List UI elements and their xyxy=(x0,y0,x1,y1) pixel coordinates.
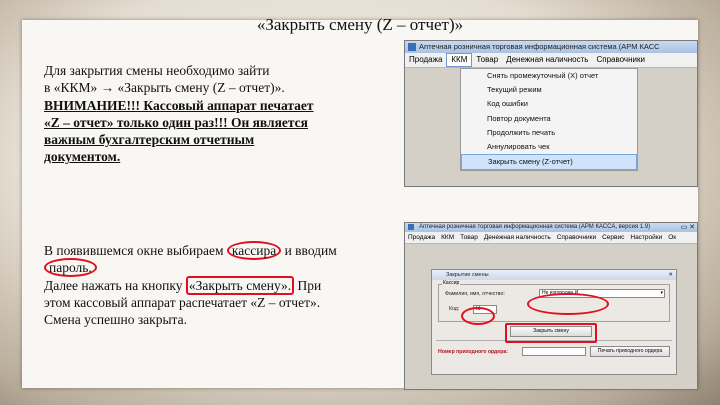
warning-line: важным бухгалтерским отчетным xyxy=(44,132,255,148)
instruction-line: в «ККМ» → «Закрыть смену (Z – отчет)». xyxy=(44,80,285,96)
menu-item-close-shift[interactable]: Закрыть смену (Z-отчет) xyxy=(461,154,637,171)
instruction-line: этом кассовый аппарат распечатает «Z – о… xyxy=(44,294,321,310)
password-highlight: пароль. xyxy=(44,258,97,278)
menu-item-sale[interactable]: Продажа xyxy=(405,53,446,67)
menu-item-kkm[interactable]: ККМ xyxy=(438,232,457,243)
screenshot-close-shift-dialog: Аптечная розничная торговая информационн… xyxy=(404,222,698,390)
menu-item-cancel-receipt[interactable]: Аннулировать чек xyxy=(461,140,637,154)
warning-line: документом. xyxy=(44,149,121,165)
text: и вводим xyxy=(281,243,337,258)
menu-item-cash[interactable]: Денежная наличность xyxy=(481,232,554,243)
menu-bar: Продажа ККМ Товар Денежная наличность Справо… xyxy=(405,53,697,68)
menu-item-error-code[interactable]: Код ошибки xyxy=(461,97,637,111)
instruction-line: Для закрытия смены необходимо зайти xyxy=(44,63,270,78)
menu-item-references[interactable]: Справочники xyxy=(592,53,648,67)
menu-item-cash[interactable]: Денежная наличность xyxy=(502,53,592,67)
fio-label: Фамилия, имя, отчество: xyxy=(445,291,505,297)
text: В появившемся окне выбираем xyxy=(44,243,227,258)
slide-frame: «Закрыть смену (Z – отчет)» Для закрытия… xyxy=(0,0,720,405)
window-titlebar: Аптечная розничная торговая информационн… xyxy=(405,223,697,232)
menu-item-goods[interactable]: Товар xyxy=(457,232,481,243)
menu-item-current-mode[interactable]: Текущий режим xyxy=(461,83,637,97)
password-annotation-oval xyxy=(461,307,495,325)
kkm-dropdown-menu: Снять промежуточный (X) отчет Текущий ре… xyxy=(460,68,638,172)
window-title: Аптечная розничная торговая информационн… xyxy=(419,42,660,51)
close-shift-highlight: «Закрыть смену». xyxy=(185,275,295,295)
instruction-line: В появившемся окне выбираем кассира и вв… xyxy=(44,241,389,260)
app-icon xyxy=(408,224,414,230)
close-button-annotation-box xyxy=(505,323,597,343)
cashier-annotation-oval xyxy=(527,293,609,315)
menu-item-sale[interactable]: Продажа xyxy=(405,232,438,243)
window-controls[interactable]: ▭ ✕ xyxy=(681,223,695,232)
dialog-title: Закрытие смены xyxy=(446,272,489,278)
group-label: Кассир xyxy=(442,280,461,286)
print-order-button[interactable]: Печать приходного ордера xyxy=(590,346,670,357)
text: При xyxy=(294,277,322,293)
menu-item-references[interactable]: Справочники xyxy=(554,232,599,243)
window-title: Аптечная розничная торговая информационн… xyxy=(419,224,651,230)
warning-line: ВНИМАНИЕ!!! Кассовый аппарат печатает xyxy=(44,97,314,113)
instruction-paragraph-1: Для закрытия смены необходимо зайти в «К… xyxy=(44,62,389,166)
menu-item-service[interactable]: Сервис xyxy=(599,232,627,243)
menu-item-repeat-document[interactable]: Повтор документа xyxy=(461,112,637,126)
instruction-line: пароль. xyxy=(44,258,389,278)
cashier-highlight: кассира xyxy=(226,241,282,260)
warning-line: «Z – отчет» только один раз!!! Он являет… xyxy=(44,114,308,130)
app-icon xyxy=(408,43,416,51)
instruction-paragraph-2: В появившемся окне выбираем кассира и вв… xyxy=(44,241,389,328)
text: Далее нажать на кнопку xyxy=(44,277,186,293)
slide-title: «Закрыть смену (Z – отчет)» xyxy=(256,15,464,34)
menu-item-goods[interactable]: Товар xyxy=(472,53,502,67)
instruction-line: Смена успешно закрыта. xyxy=(44,312,187,328)
menu-item-ok[interactable]: Ок xyxy=(665,232,679,243)
order-number-label: Номер приходного ордера: xyxy=(438,349,508,355)
menu-item-continue-print[interactable]: Продолжить печать xyxy=(461,126,637,140)
window-titlebar: Аптечная розничная торговая информационн… xyxy=(405,41,697,53)
instruction-line: Далее нажать на кнопку «Закрыть смену». … xyxy=(44,275,389,295)
screenshot-kkm-menu: Аптечная розничная торговая информационн… xyxy=(404,40,698,187)
menu-bar: Продажа ККМ Товар Денежная наличность Справо… xyxy=(405,232,697,244)
dialog-titlebar: Закрытие смены ✕ xyxy=(432,270,676,280)
order-number-field[interactable] xyxy=(522,347,586,356)
close-icon[interactable]: ✕ xyxy=(668,270,673,280)
code-label: Код: xyxy=(449,306,460,312)
chevron-down-icon: ▾ xyxy=(660,290,663,296)
menu-item-x-report[interactable]: Снять промежуточный (X) отчет xyxy=(461,69,637,83)
menu-item-settings[interactable]: Настройки xyxy=(627,232,665,243)
menu-item-kkm[interactable]: ККМ xyxy=(446,53,473,67)
